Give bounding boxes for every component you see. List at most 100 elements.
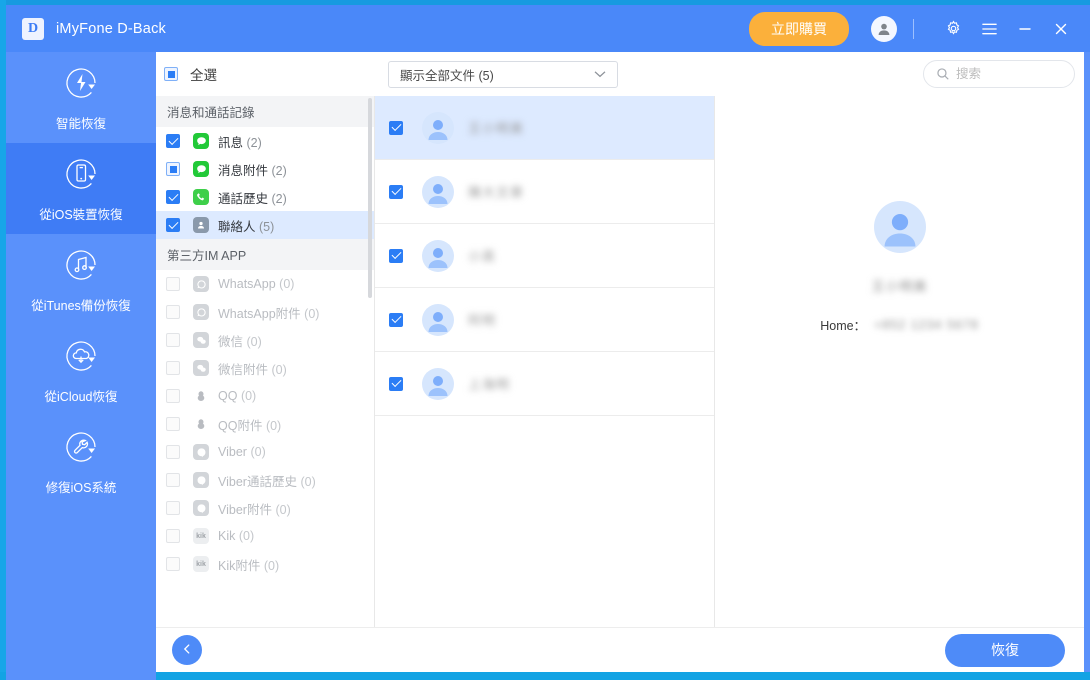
contact-list-item[interactable]: 上海明 (375, 352, 714, 416)
itunes-backup-icon (60, 244, 102, 291)
file-type-row-wechat[interactable]: 微信 (0) (156, 326, 374, 354)
contact-detail-field-value: +852 1234 5678 (874, 317, 979, 332)
viber-icon (193, 444, 209, 460)
file-type-checkbox[interactable] (166, 277, 180, 291)
file-type-label: 微信 (0) (218, 334, 262, 349)
file-type-checkbox[interactable] (166, 305, 180, 319)
file-type-label: 聯絡人 (5) (218, 219, 275, 234)
search-input[interactable] (956, 67, 1056, 81)
sidebar-item-icloud[interactable]: 從iCloud恢復 (6, 325, 156, 416)
file-type-label: Viber附件 (0) (218, 502, 291, 517)
file-type-group-header: 第三方IM APP (156, 239, 374, 270)
qq-penguin-icon (193, 416, 209, 432)
minimize-icon[interactable] (1012, 16, 1038, 42)
file-type-row-messages[interactable]: 訊息 (2) (156, 127, 374, 155)
file-type-label: Kik (0) (218, 529, 255, 543)
file-type-checkbox[interactable] (166, 389, 180, 403)
kik-icon: kik (193, 528, 209, 544)
header-divider (913, 18, 914, 39)
file-type-checkbox[interactable] (166, 134, 180, 148)
file-type-label: QQ附件 (0) (218, 418, 282, 433)
footer-bar: 恢復 (156, 627, 1084, 672)
wechat-icon (193, 360, 209, 376)
title-bar: D iMyFone D-Back 立即購買 (6, 5, 1090, 52)
sidebar-item-smart-recovery[interactable]: 智能恢復 (6, 52, 156, 143)
contact-checkbox[interactable] (389, 248, 403, 263)
sidebar-item-label: 從iCloud恢復 (44, 390, 118, 404)
file-type-checkbox[interactable] (166, 557, 180, 571)
select-all-checkbox[interactable] (164, 67, 178, 81)
sidebar-item-label: 修復iOS系統 (45, 481, 117, 495)
buy-now-button[interactable]: 立即購買 (749, 11, 849, 46)
contact-checkbox[interactable] (389, 312, 403, 327)
sidebar-item-label: 從iOS裝置恢復 (39, 208, 123, 222)
file-type-row-wechat-attachments[interactable]: 微信附件 (0) (156, 354, 374, 382)
sidebar-item-ios-device[interactable]: 從iOS裝置恢復 (6, 143, 156, 234)
sidebar: 智能恢復 從iOS裝置恢復 從iTunes備份恢復 從iCloud恢復 修復iO… (6, 52, 156, 680)
gear-icon[interactable] (940, 16, 966, 42)
file-type-row-whatsapp[interactable]: WhatsApp (0) (156, 270, 374, 298)
contact-detail-name: 王小明美 (871, 279, 928, 294)
contact-name: 上海明 (468, 377, 511, 392)
viber-icon (193, 472, 209, 488)
window-bottom-edge (0, 672, 1090, 680)
account-icon[interactable] (871, 15, 897, 42)
qq-penguin-icon (193, 388, 209, 404)
contact-list-item[interactable]: 陳大文章 (375, 160, 714, 224)
file-type-row-viber-call-history[interactable]: Viber通話歷史 (0) (156, 466, 374, 494)
file-type-checkbox[interactable] (166, 361, 180, 375)
file-type-label: WhatsApp附件 (0) (218, 306, 320, 321)
file-type-checkbox[interactable] (166, 501, 180, 515)
file-type-group-header: 消息和通話記錄 (156, 96, 374, 127)
file-type-label: 消息附件 (2) (218, 163, 287, 178)
contacts-icon (193, 217, 209, 233)
file-type-row-viber-attachments[interactable]: Viber附件 (0) (156, 494, 374, 522)
sidebar-item-itunes-backup[interactable]: 從iTunes備份恢復 (6, 234, 156, 325)
file-type-scrollbar[interactable] (368, 98, 372, 298)
file-type-checkbox[interactable] (166, 218, 180, 232)
file-type-label: Viber通話歷史 (0) (218, 474, 316, 489)
chevron-down-icon (594, 69, 606, 81)
contact-list-item[interactable]: 阿明 (375, 288, 714, 352)
select-all-control[interactable]: 全選 (164, 64, 217, 84)
file-type-checkbox[interactable] (166, 417, 180, 431)
contact-detail-pane: 王小明美 Home： +852 1234 5678 (715, 96, 1084, 627)
contact-checkbox[interactable] (389, 184, 403, 199)
file-type-row-whatsapp-attachments[interactable]: WhatsApp附件 (0) (156, 298, 374, 326)
contact-name: 小英 (468, 249, 497, 264)
contact-checkbox[interactable] (389, 376, 403, 391)
file-type-row-kik-attachments[interactable]: kik Kik附件 (0) (156, 550, 374, 578)
file-type-row-viber[interactable]: Viber (0) (156, 438, 374, 466)
file-type-row-call-history[interactable]: 通話歷史 (2) (156, 183, 374, 211)
back-button[interactable] (172, 635, 202, 665)
restore-button[interactable]: 恢復 (945, 633, 1065, 667)
file-type-checkbox[interactable] (166, 445, 180, 459)
file-type-checkbox[interactable] (166, 529, 180, 543)
avatar-icon (422, 175, 454, 208)
file-type-checkbox[interactable] (166, 162, 180, 176)
contact-list: 王小明美 陳大文章 小英 阿明 上海明 (375, 96, 715, 627)
file-type-checkbox[interactable] (166, 190, 180, 204)
sidebar-item-repair-ios[interactable]: 修復iOS系統 (6, 416, 156, 507)
app-title: iMyFone D-Back (56, 20, 166, 37)
logo-letter: D (27, 20, 39, 36)
search-icon (936, 67, 950, 81)
file-type-label: QQ (0) (218, 389, 257, 403)
menu-icon[interactable] (976, 16, 1002, 42)
file-type-checkbox[interactable] (166, 333, 180, 347)
application-window: D iMyFone D-Back 立即購買 智能恢復 從iOS裝置恢復 從iTu… (0, 0, 1090, 680)
file-type-row-message-attachments[interactable]: 消息附件 (2) (156, 155, 374, 183)
close-icon[interactable] (1048, 16, 1074, 42)
contact-list-item[interactable]: 王小明美 (375, 96, 714, 160)
contact-list-item[interactable]: 小英 (375, 224, 714, 288)
file-type-row-kik[interactable]: kik Kik (0) (156, 522, 374, 550)
content-area: 全選 顯示全部文件 (5) 消息和通話記錄 (156, 52, 1084, 672)
file-type-row-contacts[interactable]: 聯絡人 (5) (156, 211, 374, 239)
file-type-row-qq[interactable]: QQ (0) (156, 382, 374, 410)
file-type-row-qq-attachments[interactable]: QQ附件 (0) (156, 410, 374, 438)
file-type-checkbox[interactable] (166, 473, 180, 487)
search-box[interactable] (923, 60, 1075, 88)
message-bubble-icon (193, 161, 209, 177)
contact-checkbox[interactable] (389, 120, 403, 135)
file-filter-dropdown[interactable]: 顯示全部文件 (5) (388, 61, 618, 88)
